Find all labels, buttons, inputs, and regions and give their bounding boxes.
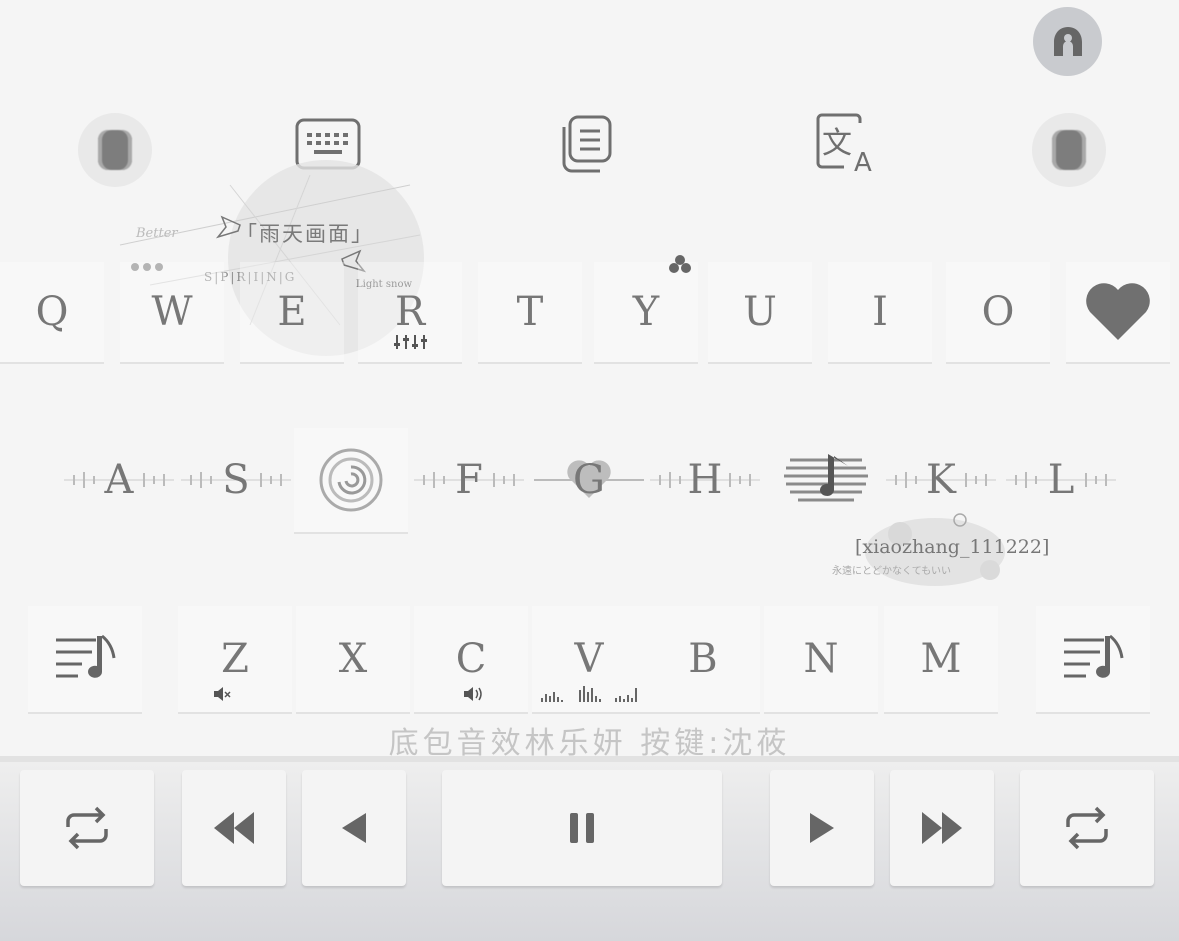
key-label: G <box>573 457 605 503</box>
key-v[interactable]: V <box>532 606 646 712</box>
sticker-signature: Better <box>136 226 178 241</box>
key-b[interactable]: B <box>646 606 760 712</box>
key-label: M <box>920 636 962 682</box>
key-label: V <box>574 636 604 682</box>
watermark-subtext: 永遠にとどかなくてもいい <box>832 566 951 577</box>
fast-forward-icon <box>922 812 962 844</box>
key-label: Q <box>35 289 69 335</box>
svg-text:文: 文 <box>822 126 852 161</box>
key-a[interactable]: A <box>62 428 176 532</box>
key-label: H <box>687 457 723 503</box>
key-x[interactable]: X <box>296 606 410 712</box>
volume-icon <box>464 687 482 701</box>
key-label: T <box>516 289 544 335</box>
key-o[interactable]: O <box>946 262 1050 362</box>
key-m[interactable]: M <box>884 606 998 712</box>
key-c[interactable]: C <box>414 606 528 712</box>
previous-button[interactable] <box>302 770 406 886</box>
key-label: E <box>277 289 307 335</box>
watermark-text: [xiaozhang_111222] <box>855 536 1050 558</box>
key-u[interactable]: U <box>708 262 812 362</box>
key-label: A <box>104 457 134 503</box>
heart-key[interactable] <box>1066 262 1170 362</box>
club-icon <box>669 255 691 273</box>
key-label: R <box>394 289 426 335</box>
key-d[interactable] <box>294 428 408 532</box>
user-avatar-button[interactable] <box>1033 7 1102 76</box>
mute-icon <box>214 687 231 701</box>
key-label: W <box>151 289 193 335</box>
translate-icon: 文 A <box>816 113 872 175</box>
playlist-icon <box>56 634 116 678</box>
key-e[interactable]: E <box>240 262 344 362</box>
playlist-icon <box>1064 634 1124 678</box>
equalizer-icon <box>394 335 427 349</box>
key-label: B <box>688 636 718 682</box>
key-y[interactable]: Y <box>594 255 698 362</box>
clipboard-icon <box>562 115 612 173</box>
skin-icon <box>1032 113 1106 187</box>
key-f[interactable]: F <box>412 428 526 532</box>
key-g[interactable]: G <box>532 428 646 532</box>
clipboard-button[interactable] <box>545 104 625 184</box>
repeat-icon <box>1066 806 1108 850</box>
repeat-right-button[interactable] <box>1020 770 1154 886</box>
key-label: I <box>872 289 888 335</box>
user-avatar-icon <box>1053 26 1082 56</box>
sticker-title: 「雨天画面」 <box>236 222 374 246</box>
key-label: C <box>455 636 487 682</box>
fast-rewind-button[interactable] <box>182 770 286 886</box>
key-s[interactable]: S <box>179 428 293 532</box>
playlist-left-key[interactable] <box>28 606 142 712</box>
spiral-icon <box>319 448 383 512</box>
heart-icon <box>1086 283 1150 340</box>
key-label: Z <box>221 636 249 682</box>
key-r[interactable]: R <box>358 262 462 362</box>
key-label: Y <box>632 289 660 335</box>
repeat-icon <box>66 806 108 850</box>
translate-button[interactable]: 文 A <box>808 104 888 184</box>
pause-button[interactable] <box>442 770 722 886</box>
key-label: L <box>1047 457 1075 503</box>
key-label: S <box>222 457 250 503</box>
audio-level-icon <box>541 686 637 702</box>
key-label: U <box>743 289 777 335</box>
key-z[interactable]: Z <box>178 606 292 712</box>
key-t[interactable]: T <box>478 262 582 362</box>
next-icon <box>810 813 834 843</box>
fast-rewind-icon <box>214 812 254 844</box>
repeat-left-button[interactable] <box>20 770 154 886</box>
key-label: X <box>338 636 368 682</box>
key-w[interactable]: W <box>120 262 224 362</box>
svg-text:A: A <box>854 148 872 175</box>
key-label: N <box>803 636 839 682</box>
skin-right-button[interactable] <box>1029 110 1109 190</box>
key-h[interactable]: H <box>648 428 762 532</box>
key-i[interactable]: I <box>828 262 932 362</box>
key-label: O <box>981 289 1015 335</box>
previous-icon <box>342 813 366 843</box>
next-button[interactable] <box>770 770 874 886</box>
pause-icon <box>570 813 594 843</box>
key-n[interactable]: N <box>764 606 878 712</box>
fast-forward-button[interactable] <box>890 770 994 886</box>
key-label: K <box>926 457 956 503</box>
key-q[interactable]: Q <box>0 262 104 362</box>
key-label: F <box>455 457 483 503</box>
playlist-right-key[interactable] <box>1036 606 1150 712</box>
